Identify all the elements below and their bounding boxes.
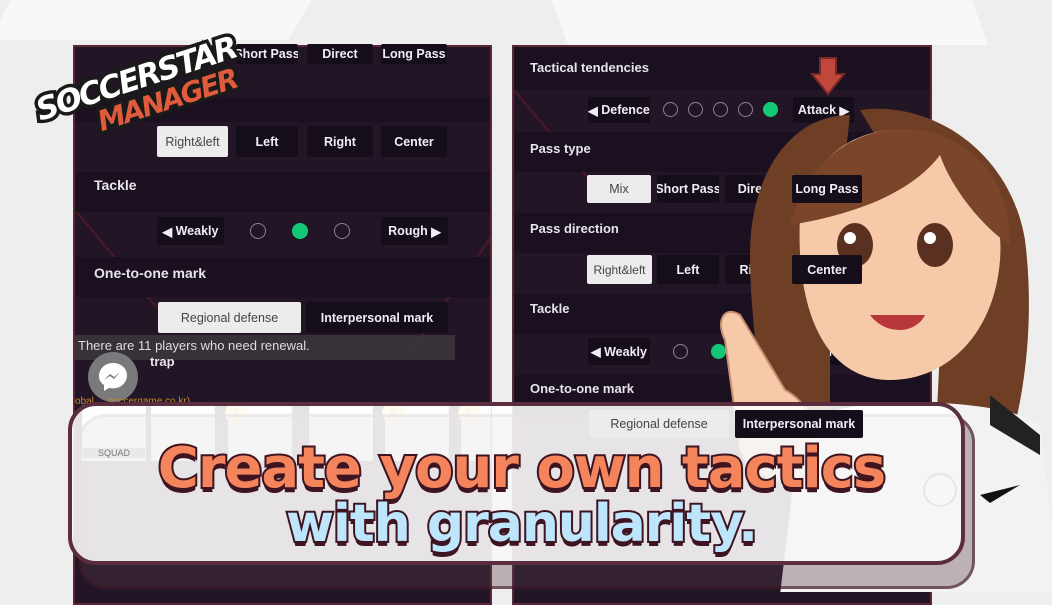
pass-type-heading: Pass type xyxy=(530,141,591,156)
option-interpersonal-mark[interactable]: Interpersonal mark xyxy=(735,410,863,438)
option-interpersonal-mark[interactable]: Interpersonal mark xyxy=(306,302,448,333)
partial-heading: trap xyxy=(150,354,175,369)
messenger-icon xyxy=(99,363,127,391)
option-right-left[interactable]: Right&left xyxy=(587,255,652,284)
messenger-button[interactable] xyxy=(88,352,138,402)
banner-line-2: with granularity. xyxy=(284,492,760,556)
option-regional-defense[interactable]: Regional defense xyxy=(589,410,729,438)
option-right-left[interactable]: Right&left xyxy=(157,126,228,157)
defence-label: Defence xyxy=(601,103,650,117)
tackle-step-3[interactable] xyxy=(334,223,350,239)
option-left[interactable]: Left xyxy=(236,126,298,157)
weakly-label: Weakly xyxy=(604,344,647,359)
arrow-left-icon: ◀ xyxy=(588,103,602,118)
arrow-left-icon: ◀ xyxy=(162,224,176,239)
tackle-rough-button[interactable]: Rough ▶ xyxy=(381,217,448,245)
squad-label: SQUAD xyxy=(83,448,145,458)
tactical-heading: Tactical tendencies xyxy=(530,60,649,75)
option-center[interactable]: Center xyxy=(381,126,447,157)
tackle-step-1[interactable] xyxy=(673,344,688,359)
option-mix[interactable]: Mix xyxy=(587,175,651,203)
arrow-right-icon: ▶ xyxy=(427,224,441,239)
option-short-pass[interactable]: Short Pass xyxy=(236,44,298,64)
one-to-one-heading: One-to-one mark xyxy=(530,381,635,396)
arrow-left-icon: ◀ xyxy=(591,345,605,359)
tackle-weakly-button[interactable]: ◀ Weakly xyxy=(588,338,650,365)
down-arrow-icon xyxy=(810,57,846,96)
pass-direction-heading: Pass direction xyxy=(530,221,619,236)
weakly-label: Weakly xyxy=(175,224,219,238)
option-long-pass[interactable]: Long Pass xyxy=(381,44,447,64)
tackle-heading: Tackle xyxy=(94,177,137,193)
one-to-one-heading: One-to-one mark xyxy=(94,265,207,281)
option-long-pass[interactable]: Long Pass xyxy=(792,175,862,203)
renewal-notification[interactable]: There are 11 players who need renewal. xyxy=(75,335,455,360)
option-center[interactable]: Center xyxy=(792,255,862,284)
background-shape xyxy=(551,0,989,45)
tackle-weakly-button[interactable]: ◀ Weakly xyxy=(157,217,224,245)
tactical-defence-button[interactable]: ◀ Defence xyxy=(588,97,650,123)
option-right[interactable]: Right xyxy=(307,126,373,157)
banner-line-1: Create your own tactics xyxy=(156,434,889,503)
tackle-heading: Tackle xyxy=(530,301,570,316)
tactical-step-1[interactable] xyxy=(663,102,678,117)
tackle-step-1[interactable] xyxy=(250,223,266,239)
option-regional-defense[interactable]: Regional defense xyxy=(158,302,301,333)
tackle-step-2[interactable] xyxy=(292,223,308,239)
option-direct[interactable]: Direct xyxy=(307,44,373,64)
rough-label: Rough xyxy=(388,224,428,238)
